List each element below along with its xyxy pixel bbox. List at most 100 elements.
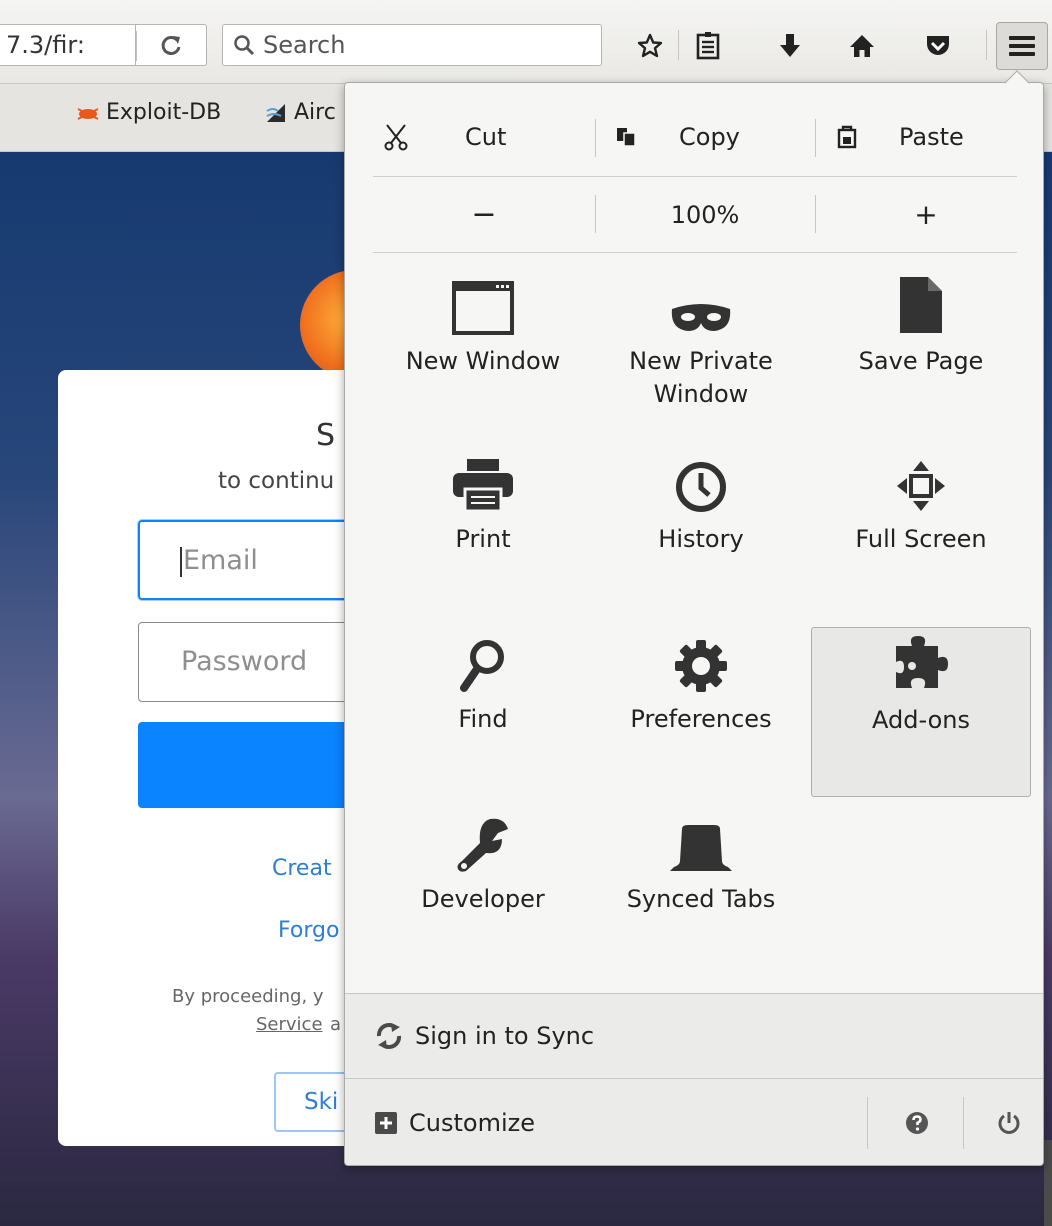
main-menu-panel: Cut Copy Paste − 100% + New Window New P… xyxy=(344,82,1044,1166)
customize-plus-icon xyxy=(375,1112,397,1134)
reading-list-icon xyxy=(696,32,720,60)
paste-icon xyxy=(837,125,857,148)
puzzle-icon xyxy=(896,636,948,688)
url-divider xyxy=(136,31,137,61)
zoom-out-button[interactable]: − xyxy=(373,177,595,252)
toolbar-divider xyxy=(678,30,679,60)
save-page-icon xyxy=(900,277,942,333)
bookmark-label: Airc xyxy=(294,100,336,125)
legal-tail: a xyxy=(330,1014,342,1035)
print-label: Print xyxy=(455,525,511,553)
search-placeholder: Search xyxy=(263,31,346,59)
copy-button[interactable]: Copy xyxy=(615,97,815,176)
new-private-window-label: New Private Window xyxy=(629,347,773,408)
paste-button[interactable]: Paste xyxy=(837,97,1017,176)
download-button[interactable] xyxy=(770,26,810,66)
search-input[interactable]: Search xyxy=(222,24,602,66)
footer-divider xyxy=(963,1097,964,1149)
help-icon xyxy=(906,1112,928,1134)
forgot-password-link[interactable]: Forgo xyxy=(278,918,339,943)
new-window-label: New Window xyxy=(405,347,561,375)
synced-tabs-label: Synced Tabs xyxy=(626,885,776,913)
download-icon xyxy=(780,34,800,57)
cut-label: Cut xyxy=(465,122,507,151)
print-button[interactable]: Print xyxy=(373,447,593,617)
preferences-label: Preferences xyxy=(630,705,772,733)
toolbar-divider xyxy=(986,30,987,60)
bookmark-label: Exploit-DB xyxy=(106,100,222,125)
history-label: History xyxy=(658,525,744,553)
terms-of-service-link[interactable]: Service xyxy=(256,1014,323,1035)
add-ons-button[interactable]: Add-ons xyxy=(811,627,1031,797)
exploit-db-icon xyxy=(77,107,99,120)
url-text: 7.3/fir: xyxy=(6,31,85,59)
history-button[interactable]: History xyxy=(591,447,811,617)
customize-label: Customize xyxy=(409,1109,535,1137)
customize-button[interactable]: Customize xyxy=(375,1109,535,1137)
aircrack-icon xyxy=(266,103,285,122)
menu-button[interactable] xyxy=(996,22,1048,70)
edit-divider xyxy=(815,119,816,157)
save-page-button[interactable]: Save Page xyxy=(811,269,1031,439)
find-label: Find xyxy=(458,705,508,733)
developer-button[interactable]: Developer xyxy=(373,807,593,977)
gear-icon xyxy=(675,640,727,692)
add-ons-label: Add-ons xyxy=(872,706,970,734)
skip-label: Ski xyxy=(304,1089,339,1115)
full-screen-button[interactable]: Full Screen xyxy=(811,447,1031,617)
search-icon xyxy=(234,35,255,56)
edit-divider xyxy=(595,119,596,157)
preferences-button[interactable]: Preferences xyxy=(591,627,811,797)
reading-list-button[interactable] xyxy=(688,26,728,66)
reload-button[interactable] xyxy=(135,24,207,66)
scissors-icon xyxy=(384,123,408,150)
developer-label: Developer xyxy=(421,885,545,913)
new-window-icon xyxy=(452,281,514,335)
navigation-toolbar: 7.3/fir: Search xyxy=(0,0,1052,84)
zoom-in-button[interactable]: + xyxy=(815,177,1037,252)
wrench-icon xyxy=(457,818,508,872)
copy-icon xyxy=(617,127,636,147)
new-window-button[interactable]: New Window xyxy=(373,269,593,439)
copy-label: Copy xyxy=(679,122,740,151)
home-button[interactable] xyxy=(842,26,882,66)
password-placeholder: Password xyxy=(181,646,308,677)
save-page-label: Save Page xyxy=(858,347,984,375)
footer-divider xyxy=(867,1097,868,1149)
zoom-controls: − 100% + xyxy=(373,177,1017,253)
zoom-out-label: − xyxy=(471,197,497,232)
synced-tabs-icon xyxy=(670,825,732,871)
private-mask-icon xyxy=(671,304,731,331)
sync-icon xyxy=(376,1023,402,1049)
terms-link-text: Service xyxy=(256,1014,323,1035)
window-edge xyxy=(1044,1140,1052,1226)
menu-icon xyxy=(1009,36,1035,56)
printer-icon xyxy=(453,459,513,513)
bookmark-exploit-db[interactable]: Exploit-DB xyxy=(76,100,221,125)
sign-in-to-sync-button[interactable]: Sign in to Sync xyxy=(345,993,1043,1079)
pocket-icon xyxy=(927,36,949,55)
new-private-window-button[interactable]: New Private Window xyxy=(591,269,811,439)
reload-icon xyxy=(161,35,181,55)
url-bar[interactable]: 7.3/fir: xyxy=(0,24,140,66)
zoom-reset-button[interactable]: 100% xyxy=(595,177,815,252)
paste-label: Paste xyxy=(899,122,964,151)
edit-controls: Cut Copy Paste xyxy=(373,97,1017,177)
create-account-link[interactable]: Creat xyxy=(272,856,332,881)
synced-tabs-button[interactable]: Synced Tabs xyxy=(591,807,811,977)
bookmark-star-button[interactable] xyxy=(630,26,670,66)
home-icon xyxy=(850,35,874,57)
clock-icon xyxy=(676,462,726,512)
find-button[interactable]: Find xyxy=(373,627,593,797)
zoom-level: 100% xyxy=(670,200,740,229)
pocket-button[interactable] xyxy=(918,26,958,66)
help-button[interactable] xyxy=(897,1103,937,1143)
bookmark-aircrack[interactable]: Airc xyxy=(264,100,336,125)
magnifier-icon xyxy=(460,640,504,692)
quit-button[interactable] xyxy=(989,1103,1029,1143)
email-placeholder: Email xyxy=(183,545,258,576)
power-icon xyxy=(998,1112,1020,1134)
text-caret xyxy=(180,546,182,577)
card-heading: S xyxy=(316,418,336,453)
cut-button[interactable]: Cut xyxy=(383,97,593,176)
